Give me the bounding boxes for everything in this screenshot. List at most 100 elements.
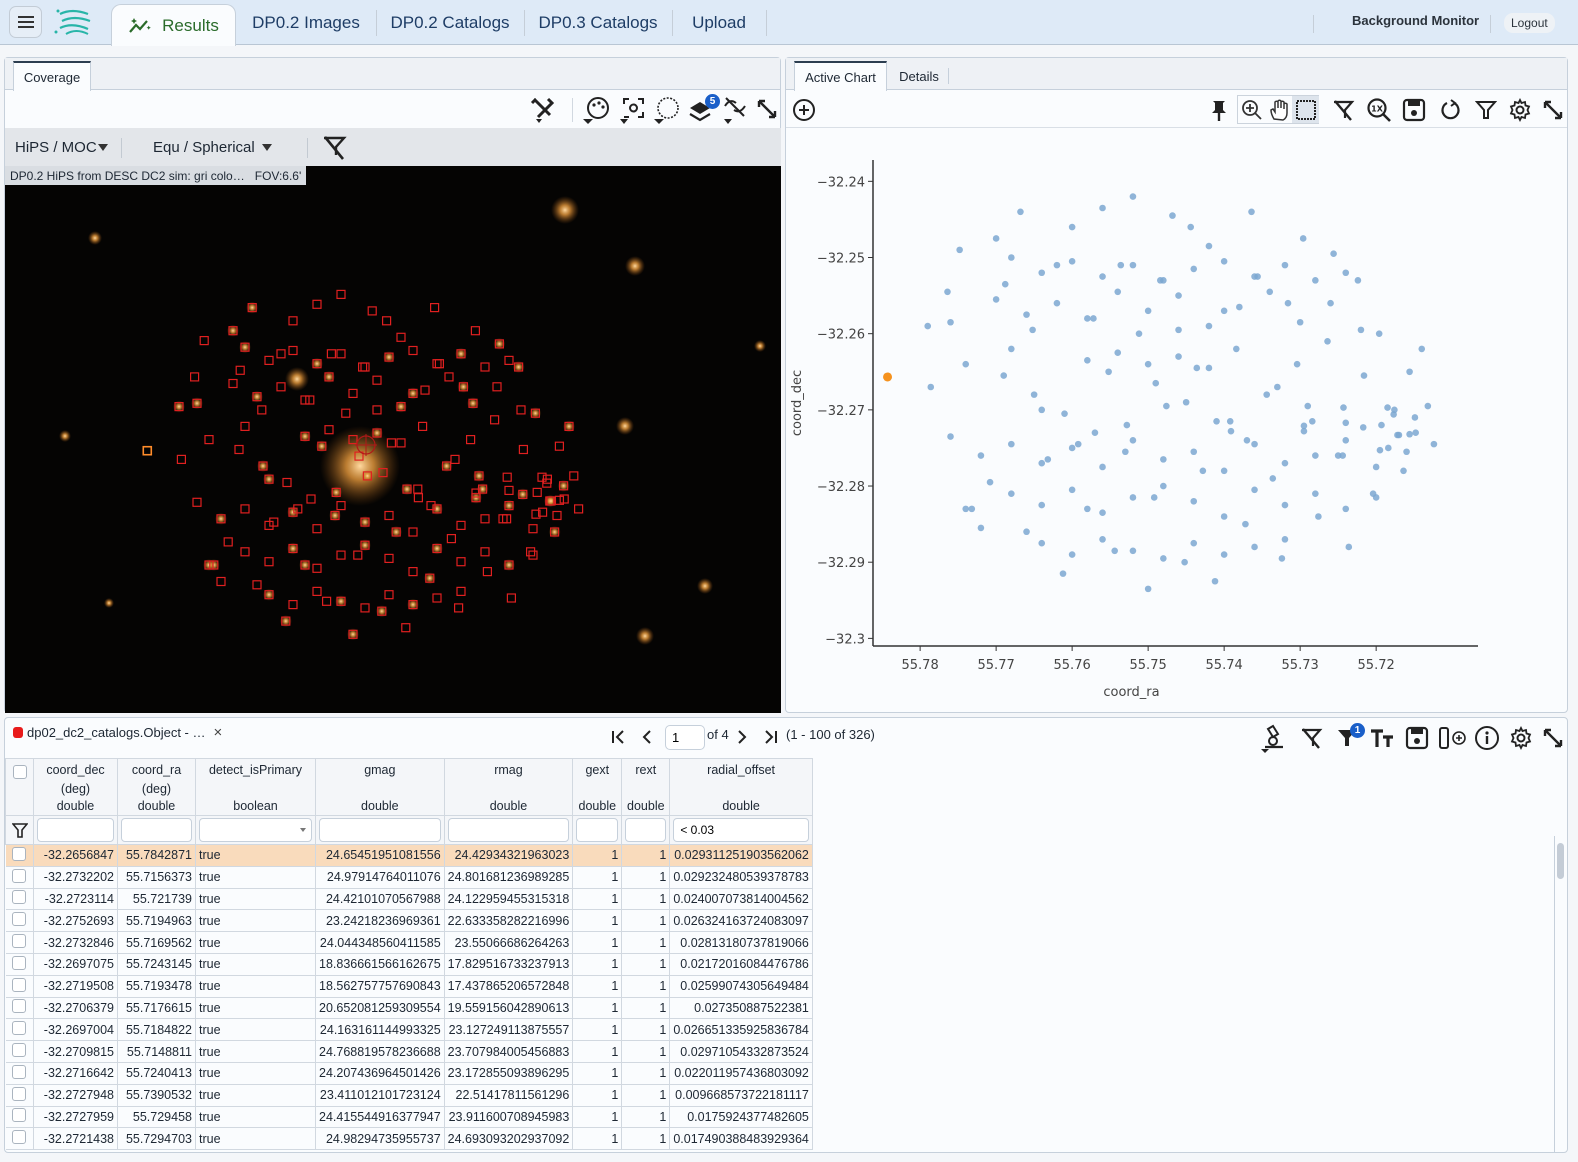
catalog-marker[interactable] [264, 557, 274, 567]
data-point[interactable] [1327, 299, 1334, 307]
data-point[interactable] [1023, 528, 1030, 536]
catalog-marker[interactable] [341, 408, 351, 418]
data-point[interactable] [1418, 345, 1426, 353]
save-icon[interactable] [1403, 723, 1431, 753]
data-point[interactable] [1330, 250, 1337, 257]
select-rect-icon[interactable] [1292, 96, 1319, 123]
data-point[interactable] [1281, 459, 1289, 467]
data-point[interactable] [1090, 315, 1097, 322]
data-point[interactable] [1376, 446, 1384, 454]
table-row[interactable]: -32.2732202 55.7156373 true 24.979147640110… [5, 866, 813, 889]
data-point[interactable] [1390, 411, 1397, 418]
row-checkbox[interactable] [12, 1130, 27, 1145]
data-point[interactable] [1175, 326, 1182, 334]
data-point[interactable] [1293, 360, 1301, 368]
data-point[interactable] [1342, 505, 1350, 513]
data-point[interactable] [947, 318, 954, 326]
catalog-marker[interactable] [358, 362, 368, 372]
data-point[interactable] [1205, 322, 1213, 330]
column-header-coord-ra[interactable]: coord_ra (deg) double [117, 758, 196, 816]
catalog-marker[interactable] [516, 405, 526, 415]
catalog-marker[interactable] [192, 497, 202, 507]
data-point[interactable] [1220, 551, 1228, 558]
catalog-marker[interactable] [401, 623, 411, 633]
zoom-1x-icon[interactable]: 1X [1364, 95, 1394, 125]
data-point[interactable] [1175, 292, 1182, 299]
catalog-marker[interactable] [456, 557, 466, 567]
data-point[interactable] [1190, 265, 1198, 273]
select-all-checkbox[interactable] [12, 765, 27, 779]
data-point[interactable] [992, 296, 1000, 303]
clear-filter-icon[interactable] [319, 132, 349, 162]
catalog-marker[interactable] [282, 477, 292, 488]
data-point[interactable] [1274, 383, 1281, 391]
data-point[interactable] [1038, 539, 1046, 547]
catalog-marker[interactable] [384, 510, 394, 521]
previous-page-icon[interactable] [637, 727, 657, 747]
column-header-radial-offset[interactable]: radial_offset double [669, 758, 813, 816]
row-checkbox[interactable] [12, 934, 27, 949]
catalog-marker[interactable] [504, 485, 514, 496]
data-point[interactable] [1385, 444, 1392, 452]
data-point[interactable] [1309, 417, 1316, 425]
data-point[interactable] [1169, 212, 1176, 219]
catalog-marker[interactable] [228, 378, 238, 389]
data-point[interactable] [1175, 353, 1182, 360]
catalog-marker[interactable] [470, 326, 480, 336]
data-point[interactable] [1403, 448, 1410, 456]
data-point[interactable] [1129, 261, 1137, 269]
highlighted-catalog-marker[interactable] [142, 445, 153, 456]
filter-select-detect-isprimary[interactable] [199, 818, 312, 842]
data-point[interactable] [1053, 261, 1061, 269]
data-point[interactable] [1372, 494, 1380, 501]
add-chart-icon[interactable] [791, 97, 817, 123]
data-point[interactable] [1061, 410, 1068, 417]
data-point[interactable] [1181, 558, 1188, 566]
catalog-marker[interactable] [240, 421, 250, 431]
data-point[interactable] [1105, 368, 1112, 376]
catalog-marker[interactable] [306, 494, 316, 504]
tab-active-chart[interactable]: Active Chart [794, 61, 887, 91]
filter-input-radial-offset[interactable] [673, 818, 809, 842]
color-palette-icon[interactable] [579, 94, 613, 126]
table-row[interactable]: -32.2752693 55.7194963 true 23.242182369693… [5, 909, 813, 933]
settings-gear-icon[interactable] [1507, 723, 1535, 753]
row-checkbox[interactable] [12, 977, 27, 992]
filter-input-gext[interactable] [576, 818, 619, 842]
tab-dp03-catalogs[interactable]: DP0.3 Catalogs [532, 0, 664, 45]
data-point[interactable] [1412, 429, 1419, 437]
catalog-marker[interactable] [384, 590, 394, 600]
column-header-rext[interactable]: rext double [621, 758, 671, 816]
data-point[interactable] [1251, 543, 1258, 551]
table-row[interactable]: -32.2706379 55.7176615 true 20.652081259309… [5, 997, 813, 1020]
data-point[interactable] [1251, 486, 1258, 494]
chevron-down-icon[interactable] [98, 144, 108, 151]
data-point[interactable] [1251, 440, 1258, 448]
catalog-marker[interactable] [382, 316, 392, 326]
catalog-marker[interactable] [372, 405, 382, 415]
catalog-marker[interactable] [326, 349, 336, 359]
catalog-marker[interactable] [312, 563, 322, 573]
data-point[interactable] [1248, 208, 1255, 216]
row-checkbox[interactable] [12, 868, 27, 883]
catalog-marker[interactable] [360, 603, 370, 613]
tab-coverage[interactable]: Coverage [13, 61, 91, 91]
data-point[interactable] [992, 235, 1000, 242]
data-point[interactable] [1278, 555, 1286, 562]
catalog-marker[interactable] [504, 355, 514, 365]
data-point[interactable] [1091, 429, 1099, 437]
catalog-marker[interactable] [528, 524, 538, 534]
data-point[interactable] [927, 383, 935, 391]
table-row[interactable]: -32.2727948 55.7390532 true 23.411012101723… [5, 1084, 813, 1107]
reset-icon[interactable] [1436, 95, 1464, 125]
data-point[interactable] [1150, 494, 1158, 501]
data-point[interactable] [1038, 406, 1046, 414]
sky-image-viewer[interactable]: DP0.2 HiPS from DESC DC2 sim: gri colo… … [5, 166, 781, 713]
table-row[interactable]: -32.2727959 55.729458 true 24.4155449163779… [5, 1106, 813, 1129]
data-point[interactable] [1008, 440, 1015, 448]
data-point[interactable] [1312, 452, 1319, 459]
catalog-marker[interactable] [569, 471, 579, 481]
data-point[interactable] [986, 478, 994, 486]
catalog-marker[interactable] [480, 362, 490, 372]
save-icon[interactable] [1400, 95, 1428, 125]
